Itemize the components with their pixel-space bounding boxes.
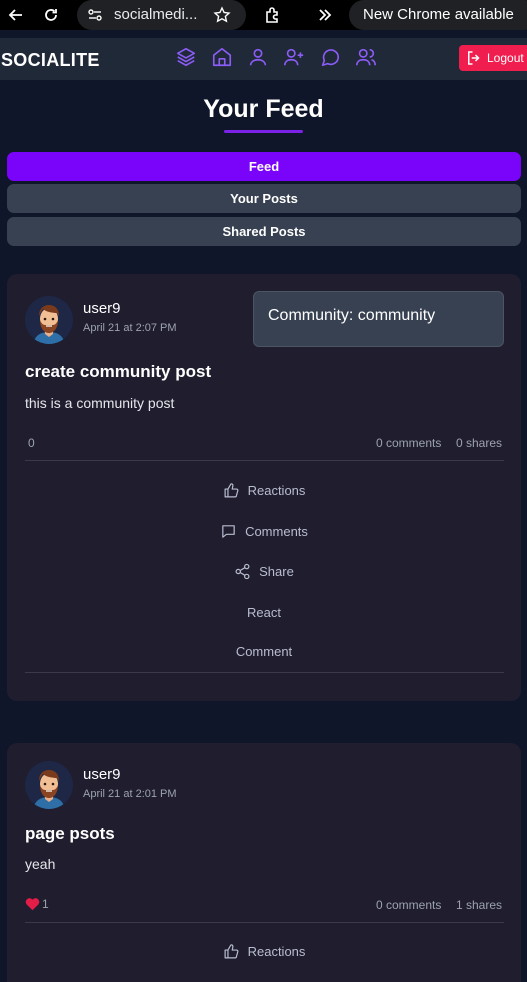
tab-feed[interactable]: Feed (7, 152, 521, 181)
user-plus-icon[interactable] (282, 45, 306, 69)
logout-label: Logout (487, 51, 524, 65)
comment-icon (222, 524, 235, 538)
thumbs-up-icon (224, 482, 239, 497)
avatar[interactable] (25, 296, 73, 344)
title-underline (224, 130, 303, 133)
back-arrow-icon[interactable] (4, 3, 28, 27)
post-title: create community post (25, 362, 212, 381)
post-username[interactable]: user9 (83, 300, 121, 317)
heart-icon (25, 898, 40, 911)
extensions-puzzle-icon[interactable] (261, 3, 285, 27)
comment-count[interactable]: 0 comments (376, 436, 441, 450)
reload-icon[interactable] (39, 3, 63, 27)
tab-your-posts[interactable]: Your Posts (7, 184, 521, 213)
app-navbar: SOCIALITE Logout (0, 38, 527, 80)
logout-button[interactable]: Logout (459, 45, 527, 71)
comment-count[interactable]: 0 comments (376, 898, 441, 912)
home-icon[interactable] (210, 45, 234, 69)
share-label: Share (259, 563, 294, 579)
share-count[interactable]: 1 shares (456, 898, 502, 912)
logout-icon (465, 49, 483, 72)
thumbs-up-icon (224, 943, 239, 958)
layers-icon[interactable] (174, 45, 198, 69)
post-date: April 21 at 2:07 PM (83, 322, 177, 334)
bookmark-star-icon[interactable] (210, 3, 234, 27)
users-icon[interactable] (354, 45, 378, 69)
community-label: Community: community (268, 307, 436, 324)
chat-icon[interactable] (318, 45, 342, 69)
reaction-count-value: 1 (42, 897, 49, 911)
post-title: page psots (25, 824, 115, 843)
post-body: this is a community post (25, 395, 175, 411)
post-card: user9 April 21 at 2:01 PM page psots yea… (7, 743, 521, 982)
update-notice-label: New Chrome available (363, 6, 514, 23)
reactions-label: Reactions (247, 943, 306, 959)
post-username[interactable]: user9 (83, 766, 121, 783)
share-count[interactable]: 0 shares (456, 436, 502, 450)
post-divider (25, 672, 504, 673)
browser-toolbar: socialmedi... New Chrome available (0, 0, 527, 30)
community-badge[interactable]: Community: community (253, 291, 504, 347)
post-divider (25, 460, 504, 461)
more-chevrons-icon[interactable] (313, 3, 337, 27)
reactions-button[interactable]: Reactions (7, 479, 521, 501)
share-icon (235, 563, 250, 579)
page-title: Your Feed (203, 95, 324, 123)
url-text: socialmedi... (114, 6, 198, 23)
post-date: April 21 at 2:01 PM (83, 788, 177, 800)
avatar[interactable] (25, 761, 73, 809)
reaction-count: 0 (28, 436, 35, 450)
reaction-count: 1 (25, 897, 49, 911)
user-icon[interactable] (246, 45, 270, 69)
comment-button[interactable]: Comment (7, 640, 521, 662)
site-settings-icon[interactable] (87, 7, 103, 28)
reactions-label: Reactions (247, 482, 306, 498)
comments-label: Comments (245, 523, 308, 539)
post-card: user9 April 21 at 2:07 PM Community: com… (7, 274, 521, 701)
share-button[interactable]: Share (7, 560, 521, 582)
reactions-button[interactable]: Reactions (7, 940, 521, 962)
post-divider (25, 922, 504, 923)
tab-shared-posts[interactable]: Shared Posts (7, 217, 521, 246)
chrome-update-button[interactable]: New Chrome available (349, 0, 527, 30)
post-body: yeah (25, 856, 56, 872)
react-button[interactable]: React (7, 601, 521, 623)
comments-button[interactable]: Comments (7, 520, 521, 542)
brand-logo[interactable]: SOCIALITE (1, 50, 100, 71)
